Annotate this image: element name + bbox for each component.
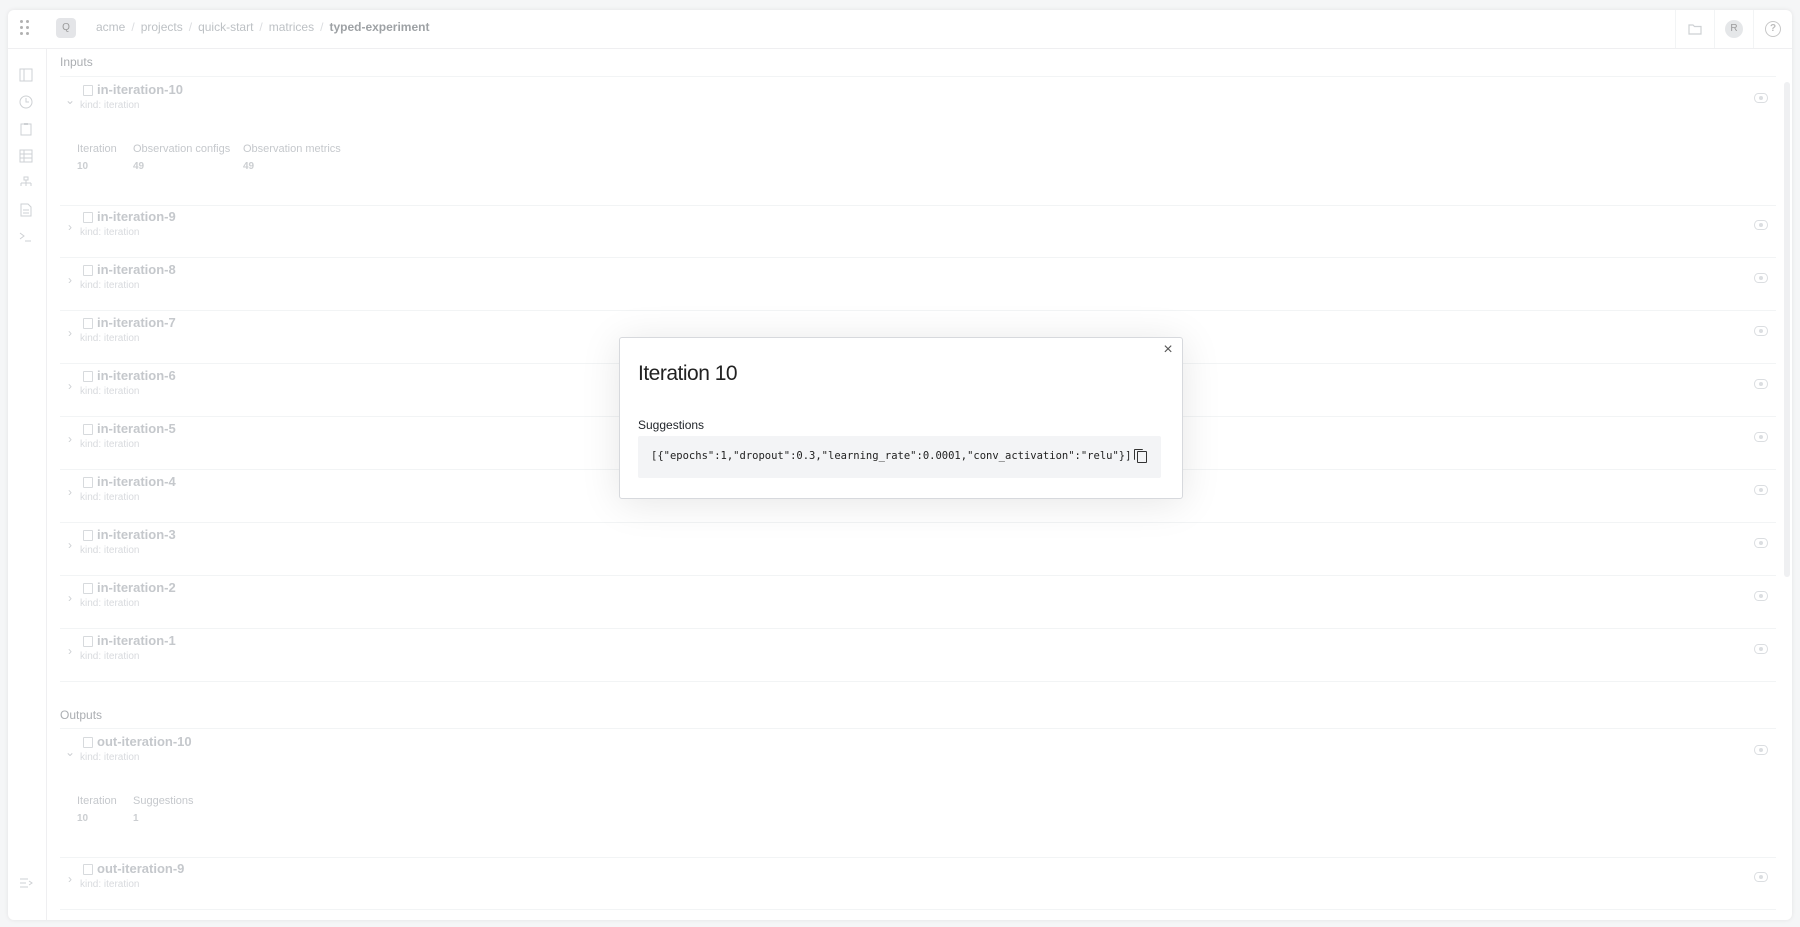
suggestions-code[interactable]: [{"epochs":1,"dropout":0.3,"learning_rat… bbox=[651, 450, 1131, 462]
copy-icon[interactable] bbox=[1134, 449, 1147, 463]
iteration-modal: × Iteration 10 Suggestions [{"epochs":1,… bbox=[619, 337, 1183, 499]
suggestions-label: Suggestions bbox=[638, 418, 705, 432]
code-block: [{"epochs":1,"dropout":0.3,"learning_rat… bbox=[638, 436, 1161, 478]
close-icon[interactable]: × bbox=[1160, 342, 1176, 358]
modal-title: Iteration 10 bbox=[638, 362, 738, 385]
